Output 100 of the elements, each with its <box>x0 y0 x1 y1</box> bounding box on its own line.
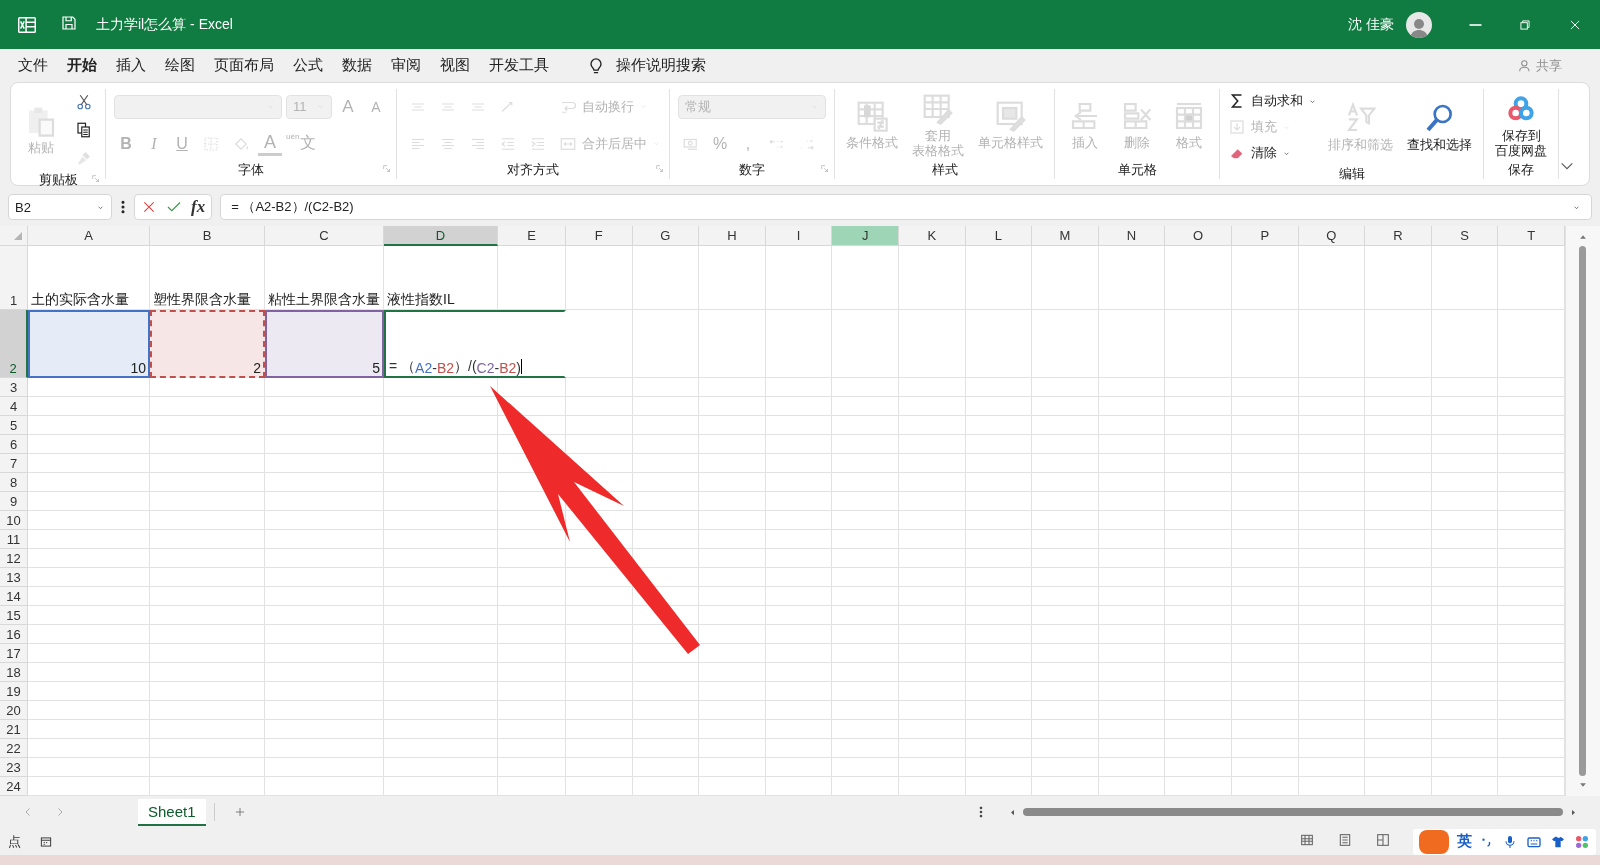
clear-button[interactable]: 清除 <box>1228 141 1317 165</box>
table-brush-icon <box>922 92 954 125</box>
row-header[interactable]: 23 <box>0 758 28 777</box>
row-header[interactable]: 17 <box>0 644 28 663</box>
horizontal-scrollbar[interactable] <box>978 805 1578 819</box>
menu-tab[interactable]: 插入 <box>108 52 154 79</box>
column-header[interactable]: D <box>384 226 498 246</box>
ime-language-button[interactable]: 英 <box>1457 832 1472 851</box>
row-header[interactable]: 24 <box>0 777 28 796</box>
column-header[interactable]: R <box>1365 226 1432 246</box>
row-header[interactable]: 9 <box>0 492 28 511</box>
scroll-right-icon <box>1569 807 1578 817</box>
row-header[interactable]: 22 <box>0 739 28 758</box>
menu-tab[interactable]: 视图 <box>432 52 478 79</box>
column-header[interactable]: H <box>699 226 766 246</box>
ribbon-group-label: 保存 <box>1508 161 1534 179</box>
row-header[interactable]: 20 <box>0 701 28 720</box>
avatar-icon <box>1406 11 1432 38</box>
table-cell[interactable]: 5 <box>265 310 384 378</box>
ribbon-group-label: 样式 <box>931 161 958 179</box>
format-cells-icon <box>1173 100 1205 132</box>
column-header[interactable]: O <box>1165 226 1232 246</box>
dialog-launcher-icon <box>91 174 101 184</box>
column-header[interactable]: Q <box>1298 226 1366 246</box>
row-header[interactable]: 16 <box>0 625 28 644</box>
cell-text: 粘性土界限含水量 <box>268 291 380 309</box>
scissors-icon <box>75 93 93 111</box>
ribbon-group-label: 剪贴板 <box>38 171 78 189</box>
column-header[interactable]: S <box>1431 226 1499 246</box>
user-name: 沈 佳豪 <box>1348 15 1394 34</box>
menu-tab[interactable]: 审阅 <box>383 52 429 79</box>
row-header[interactable]: 13 <box>0 568 28 587</box>
column-header[interactable]: M <box>1032 226 1099 246</box>
cancel-button[interactable] <box>141 199 157 215</box>
row-header[interactable]: 19 <box>0 682 28 701</box>
row-header[interactable]: 6 <box>0 435 28 454</box>
vertical-scrollbar[interactable] <box>1564 226 1600 796</box>
cell-text: 土的实际含水量 <box>31 291 129 309</box>
sheet-tab[interactable]: Sheet1 <box>138 798 206 826</box>
restore-icon <box>1518 17 1532 32</box>
ribbon-group-label: 单元格 <box>1117 161 1157 179</box>
cell-text: 塑性界限含水量 <box>153 291 251 309</box>
cell-style-icon <box>994 100 1027 132</box>
find-button[interactable]: 查找和选择 <box>1404 100 1475 154</box>
menu-tab[interactable]: 数据 <box>334 52 380 79</box>
row-header[interactable]: 12 <box>0 549 28 568</box>
column-header[interactable]: N <box>1098 226 1166 246</box>
ribbon-group-label: 对齐方式 <box>507 161 559 179</box>
row-header[interactable]: 18 <box>0 663 28 682</box>
brush-icon <box>75 149 93 167</box>
column-header[interactable]: G <box>632 226 700 246</box>
delete-cells-icon <box>1121 100 1153 132</box>
row-header[interactable]: 21 <box>0 720 28 739</box>
row-header[interactable]: 3 <box>0 378 28 397</box>
autosum-button[interactable]: 自动求和 <box>1228 89 1317 113</box>
select-all-icon <box>12 230 24 242</box>
menu-tab[interactable]: 绘图 <box>157 52 203 79</box>
row-header[interactable]: 7 <box>0 454 28 473</box>
scrollbar-thumb[interactable] <box>1579 246 1587 776</box>
menu-tab[interactable]: 开始 <box>59 52 105 79</box>
insert-function-button[interactable]: fx <box>191 197 206 217</box>
column-header[interactable]: A <box>28 226 150 246</box>
column-header[interactable]: I <box>765 226 833 246</box>
column-header[interactable]: E <box>498 226 566 246</box>
menu-tab[interactable]: 公式 <box>285 52 331 79</box>
cloud-button[interactable]: 保存到 百度网盘 <box>1492 90 1550 160</box>
column-header[interactable]: C <box>265 226 384 246</box>
ribbon-group-label: 数字 <box>739 161 765 179</box>
tiles-icon <box>1574 833 1590 850</box>
formula-field[interactable]: = （A2-B2）/(C2-B2) <box>220 194 1592 220</box>
menu-tab[interactable]: 页面布局 <box>206 52 282 79</box>
row-header[interactable]: 1 <box>0 246 28 310</box>
column-header[interactable]: P <box>1231 226 1299 246</box>
column-header[interactable]: F <box>566 226 633 246</box>
row-header[interactable]: 10 <box>0 511 28 530</box>
tell-me-search[interactable]: 操作说明搜索 <box>616 56 706 75</box>
row-header[interactable]: 4 <box>0 397 28 416</box>
scroll-left-icon <box>1008 807 1017 817</box>
conditional-format-icon <box>856 100 888 132</box>
cell-text: 液性指数IL <box>387 291 455 309</box>
table-cell[interactable]: 10 <box>28 310 150 378</box>
mode-indicator: 点 <box>8 832 21 851</box>
column-header[interactable]: L <box>965 226 1033 246</box>
row-header[interactable]: 5 <box>0 416 28 435</box>
dialog-launcher-icon <box>820 164 830 174</box>
menu-tab[interactable]: 文件 <box>10 52 56 79</box>
row-header[interactable]: 15 <box>0 606 28 625</box>
row-header[interactable]: 2 <box>0 310 28 378</box>
cell-editor[interactable]: = （A2-B2）/(C2-B2) <box>384 310 566 378</box>
table-cell[interactable]: 2 <box>150 310 265 378</box>
column-header[interactable]: J <box>832 226 899 246</box>
column-header[interactable]: B <box>150 226 265 246</box>
column-header[interactable]: T <box>1498 226 1565 246</box>
minimize-icon <box>1468 23 1482 26</box>
row-header[interactable]: 8 <box>0 473 28 492</box>
column-header[interactable]: K <box>898 226 966 246</box>
row-header[interactable]: 11 <box>0 530 28 549</box>
menu-tab[interactable]: 开发工具 <box>481 52 557 79</box>
name-box[interactable]: B2 <box>8 194 112 220</box>
row-header[interactable]: 14 <box>0 587 28 606</box>
